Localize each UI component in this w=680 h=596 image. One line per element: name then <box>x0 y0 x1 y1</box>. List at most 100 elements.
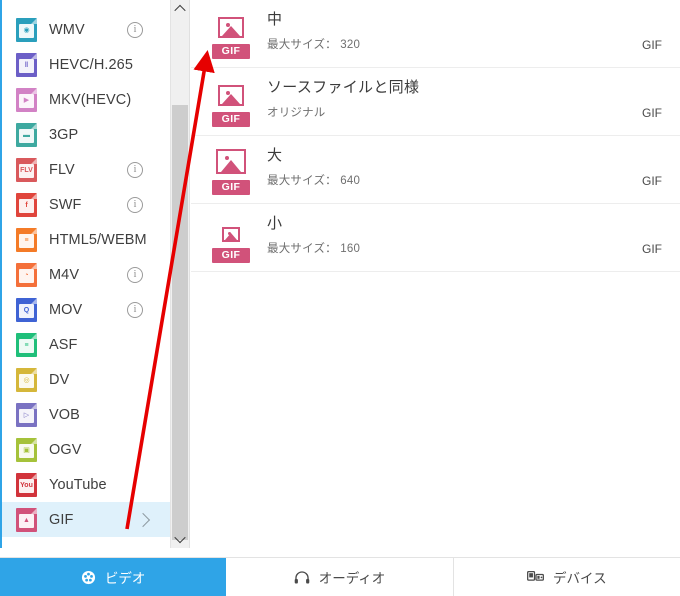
thumbnail-mountain <box>225 233 237 240</box>
format-glyph: Q <box>19 303 34 318</box>
preset-thumbnail-group: GIF <box>205 76 257 128</box>
format-file-icon: ‖ <box>16 52 37 77</box>
sidebar-item-3gp[interactable]: ▬ 3GP <box>2 117 170 152</box>
format-glyph: FLV <box>19 163 34 178</box>
info-icon[interactable]: i <box>127 21 143 38</box>
format-file-icon: Q <box>16 297 37 322</box>
tab-video[interactable]: ビデオ <box>0 558 227 596</box>
preset-thumbnail-group: GIF <box>205 8 257 60</box>
sidebar-item-label: OGV <box>49 441 82 458</box>
format-glyph: ▣ <box>19 443 34 458</box>
preset-title: 大 <box>267 147 283 164</box>
sidebar-item-label: VOB <box>49 406 80 423</box>
preset-row[interactable]: GIF 中最大サイズ： 320 GIF <box>191 0 680 68</box>
tab-label: ビデオ <box>104 571 146 586</box>
format-glyph: ◔ <box>19 268 34 283</box>
film-reel-icon <box>81 570 96 585</box>
devices-icon <box>527 570 544 584</box>
preset-extension: GIF <box>642 242 662 256</box>
format-file-icon: ≡ <box>16 227 37 252</box>
scroll-down-icon[interactable] <box>171 530 189 548</box>
format-file-icon: ▲ <box>16 507 37 532</box>
sidebar-item-ogv[interactable]: ▣ OGV <box>2 432 170 467</box>
preset-row[interactable]: GIF 小最大サイズ： 160 GIF <box>191 204 680 272</box>
preset-extension: GIF <box>642 174 662 188</box>
thumbnail-mountain <box>222 94 240 104</box>
format-glyph: ≡ <box>19 233 34 248</box>
info-icon[interactable]: i <box>127 266 143 283</box>
format-glyph: ‖ <box>19 58 34 73</box>
scrollbar-thumb[interactable] <box>172 105 188 540</box>
preset-thumbnail-group: GIF <box>205 144 257 196</box>
preset-title: ソースファイルと同様 <box>267 79 420 96</box>
sidebar-item-vob[interactable]: ▷ VOB <box>2 397 170 432</box>
tab-label: オーディオ <box>318 571 386 586</box>
sidebar-item-mkv-hevc[interactable]: ▶ MKV(HEVC) <box>2 82 170 117</box>
sidebar-item-html5-webm[interactable]: ≡ HTML5/WEBM <box>2 222 170 257</box>
preset-title: 小 <box>267 215 283 232</box>
preset-subtitle: オリジナル <box>267 107 326 119</box>
info-icon[interactable]: i <box>127 301 143 318</box>
image-thumbnail-icon <box>218 85 244 106</box>
format-file-icon: ◉ <box>16 17 37 42</box>
sidebar-item-hevc-h-265[interactable]: ‖ HEVC/H.265 <box>2 47 170 82</box>
sidebar-item-asf[interactable]: ≡ ASF <box>2 327 170 362</box>
sidebar-item-label: DV <box>49 371 70 388</box>
format-glyph: ≡ <box>19 338 34 353</box>
tab-device[interactable]: デバイス <box>454 558 680 596</box>
preset-list: GIF 中最大サイズ： 320 GIF GIF ソースファイルと同様 オリジナル GIF GI… <box>191 0 680 272</box>
image-thumbnail-icon <box>218 17 244 38</box>
sidebar-item-mov[interactable]: Q MOV i <box>2 292 170 327</box>
format-glyph: ◎ <box>19 373 34 388</box>
sidebar-item-label: MOV <box>49 301 83 318</box>
preset-row[interactable]: GIF ソースファイルと同様 オリジナル GIF <box>191 68 680 136</box>
sidebar-item-m4v[interactable]: ◔ M4V i <box>2 257 170 292</box>
format-file-icon: f <box>16 192 37 217</box>
tab-audio[interactable]: オーディオ <box>226 558 454 596</box>
tab-label: デバイス <box>553 571 607 586</box>
info-icon[interactable]: i <box>127 161 143 178</box>
format-file-icon: FLV <box>16 157 37 182</box>
sidebar-item-label: 3GP <box>49 126 79 143</box>
sidebar-item-label: WMV <box>49 21 85 38</box>
sidebar-item-wmv[interactable]: ◉ WMV i <box>2 12 170 47</box>
format-glyph: You <box>19 478 34 493</box>
preset-title: 中 <box>267 11 283 28</box>
format-file-icon: ◔ <box>16 262 37 287</box>
gif-badge: GIF <box>212 112 250 127</box>
sidebar-item-label: YouTube <box>49 476 107 493</box>
format-list: ◉ WMV i ‖ HEVC/H.265 ▶ MKV(HEVC) ▬ 3GP FLV FLV i f SW… <box>2 12 170 537</box>
thumbnail-mountain <box>221 160 241 172</box>
sidebar-scrollbar[interactable] <box>171 0 190 548</box>
sidebar-item-youtube[interactable]: You YouTube <box>2 467 170 502</box>
chevron-right-icon[interactable] <box>135 512 151 527</box>
info-icon[interactable]: i <box>127 196 143 213</box>
sidebar-item-swf[interactable]: f SWF i <box>2 187 170 222</box>
format-glyph: ▷ <box>19 408 34 423</box>
sidebar-item-label: MKV(HEVC) <box>49 91 132 108</box>
image-thumbnail-icon <box>222 227 240 242</box>
format-file-icon: You <box>16 472 37 497</box>
sidebar-item-label: HEVC/H.265 <box>49 56 134 73</box>
preset-extension: GIF <box>642 38 662 52</box>
format-glyph: f <box>19 198 34 213</box>
gif-badge: GIF <box>212 180 250 195</box>
app-window: ◉ WMV i ‖ HEVC/H.265 ▶ MKV(HEVC) ▬ 3GP FLV FLV i f SW… <box>0 0 680 596</box>
image-thumbnail-icon <box>216 149 246 174</box>
sidebar-item-label: GIF <box>49 511 74 528</box>
sidebar-item-dv[interactable]: ◎ DV <box>2 362 170 397</box>
sidebar-item-label: FLV <box>49 161 75 178</box>
preset-subtitle: 最大サイズ： 640 <box>267 175 361 187</box>
scroll-up-icon[interactable] <box>171 0 189 18</box>
format-sidebar[interactable]: ◉ WMV i ‖ HEVC/H.265 ▶ MKV(HEVC) ▬ 3GP FLV FLV i f SW… <box>2 0 171 548</box>
sidebar-item-gif[interactable]: ▲ GIF <box>2 502 170 537</box>
sidebar-item-flv[interactable]: FLV FLV i <box>2 152 170 187</box>
format-glyph: ▬ <box>19 128 34 143</box>
preset-subtitle: 最大サイズ： 160 <box>267 243 361 255</box>
format-file-icon: ▬ <box>16 122 37 147</box>
sidebar-item-label: SWF <box>49 196 82 213</box>
format-file-icon: ▶ <box>16 87 37 112</box>
preset-row[interactable]: GIF 大最大サイズ： 640 GIF <box>191 136 680 204</box>
preset-panel: GIF 中最大サイズ： 320 GIF GIF ソースファイルと同様 オリジナル GIF GI… <box>191 0 680 548</box>
bottom-tab-bar: ビデオ オーディオ デバイス <box>0 557 680 596</box>
